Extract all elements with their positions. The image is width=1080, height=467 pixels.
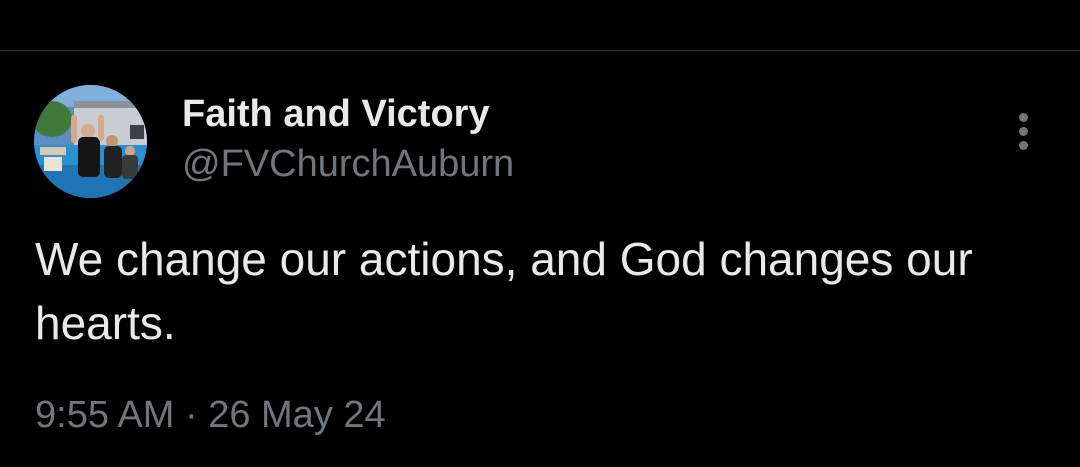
author-handle[interactable]: @FVChurchAuburn xyxy=(182,143,514,186)
tweet-time[interactable]: 9:55 AM xyxy=(35,394,174,436)
meta-separator: · xyxy=(184,394,198,436)
tweet-text: We change our actions, and God changes o… xyxy=(35,233,973,349)
author-display-name[interactable]: Faith and Victory xyxy=(182,93,490,136)
tweet-date[interactable]: 26 May 24 xyxy=(208,394,385,436)
tweet-timestamp[interactable]: 9:55 AM · 26 May 24 xyxy=(35,394,386,437)
avatar[interactable] xyxy=(34,85,147,198)
avatar-image xyxy=(34,85,147,198)
tweet[interactable]: Faith and Victory @FVChurchAuburn We cha… xyxy=(0,51,1080,467)
more-options-button[interactable] xyxy=(1004,107,1044,155)
